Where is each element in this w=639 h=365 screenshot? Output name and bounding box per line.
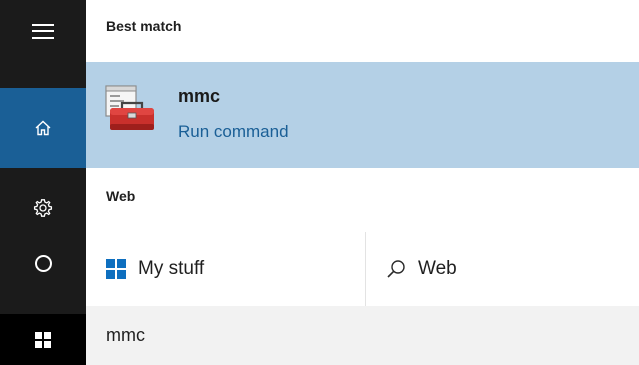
toolbox-icon [105,85,154,130]
result-subtitle: Run command [178,122,289,141]
web-heading: Web [106,188,136,204]
home-icon [35,120,51,136]
cortana-button[interactable] [0,236,86,290]
best-match-heading: Best match [106,18,182,34]
cortana-icon [34,254,52,272]
search-icon [387,260,405,278]
web-label: Web [418,258,457,279]
best-match-result[interactable]: mmc Run command [86,62,639,168]
search-query-input[interactable]: mmc [86,306,639,365]
gear-icon [33,199,53,217]
start-button[interactable] [0,314,86,365]
result-title: mmc [178,86,221,106]
home-button[interactable] [0,88,86,168]
hamburger-menu-icon [32,23,54,39]
windows-logo-icon [106,259,126,279]
my-stuff-button[interactable]: My stuff [86,232,366,306]
settings-button[interactable] [0,180,86,236]
web-search-options: My stuff Web [86,232,639,306]
menu-button[interactable] [0,0,86,62]
windows-logo-icon [35,331,51,348]
search-results-panel: Best match mmc Run command Web My stuff [86,0,639,365]
web-search-button[interactable]: Web [366,232,639,306]
my-stuff-label: My stuff [138,258,205,279]
start-rail [0,0,86,365]
